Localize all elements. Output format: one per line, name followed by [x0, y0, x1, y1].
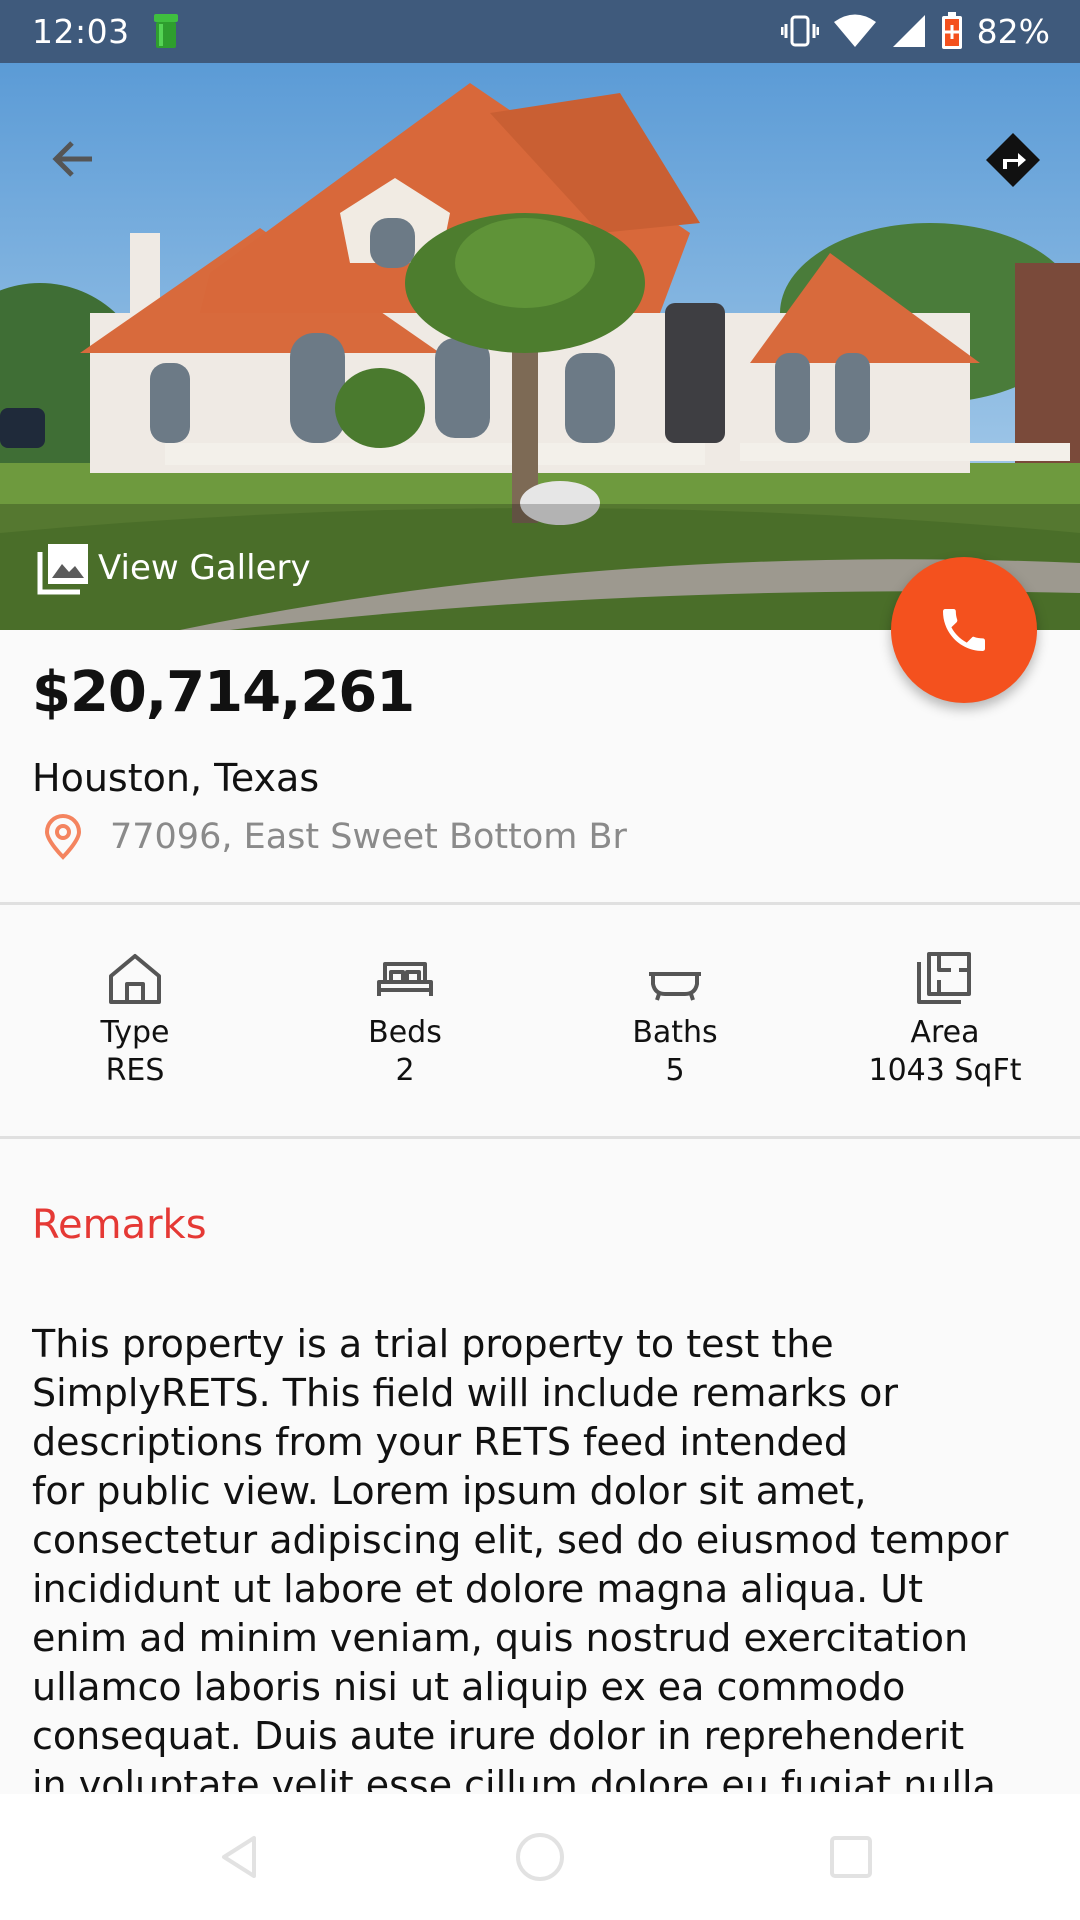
battery-percentage: 82%	[976, 11, 1050, 51]
property-hero-image[interactable]: View Gallery	[0, 63, 1080, 630]
property-features: Type RES Beds 2 Baths 5 Area 1043 SqFt	[0, 950, 1080, 1090]
feature-type: Type RES	[0, 950, 270, 1090]
vibrate-icon	[780, 15, 819, 47]
feature-area-label: Area	[910, 1015, 980, 1050]
bathtub-icon	[649, 972, 701, 1001]
feature-beds-value: 2	[395, 1053, 415, 1088]
directions-icon[interactable]	[984, 131, 1042, 189]
feature-area: Area 1043 SqFt	[810, 950, 1080, 1090]
call-button[interactable]	[891, 557, 1037, 703]
feature-baths-value: 5	[665, 1053, 685, 1088]
feature-baths: Baths 5	[540, 950, 810, 1090]
address-row: 77096, East Sweet Bottom Br	[42, 814, 627, 860]
system-nav-bar	[0, 1794, 1080, 1920]
remarks-text: This property is a trial property to tes…	[32, 1322, 1009, 1792]
floorplan-icon	[917, 952, 971, 1004]
back-nav-icon[interactable]	[208, 1822, 278, 1892]
view-gallery-label: View Gallery	[98, 548, 311, 588]
recents-nav-icon[interactable]	[816, 1822, 886, 1892]
back-arrow-icon[interactable]	[44, 129, 104, 189]
status-time: 12:03	[32, 12, 130, 51]
feature-baths-label: Baths	[632, 1015, 718, 1050]
battery-icon	[941, 12, 962, 49]
wifi-icon	[833, 14, 876, 47]
feature-type-value: RES	[105, 1053, 165, 1088]
status-icons: 82%	[780, 10, 1050, 52]
gallery-icon	[37, 544, 88, 595]
listing-city: Houston, Texas	[32, 756, 320, 800]
phone-icon	[943, 609, 985, 651]
divider	[0, 902, 1080, 905]
app-notification-icon	[154, 14, 178, 48]
feature-beds: Beds 2	[270, 950, 540, 1090]
divider	[0, 1136, 1080, 1139]
feature-type-label: Type	[100, 1015, 170, 1050]
home-nav-icon[interactable]	[505, 1822, 575, 1892]
location-pin-icon	[44, 814, 82, 860]
feature-area-value: 1043 SqFt	[868, 1053, 1022, 1088]
view-gallery-button[interactable]: View Gallery	[36, 540, 311, 596]
cell-signal-icon	[892, 15, 925, 47]
status-bar: 12:03 82%	[0, 0, 1080, 63]
listing-address: 77096, East Sweet Bottom Br	[110, 817, 627, 857]
listing-price: $20,714,261	[32, 660, 415, 725]
feature-beds-label: Beds	[368, 1015, 442, 1050]
remarks-heading: Remarks	[32, 1202, 207, 1248]
house-icon	[109, 954, 161, 1004]
bed-icon	[377, 962, 433, 996]
